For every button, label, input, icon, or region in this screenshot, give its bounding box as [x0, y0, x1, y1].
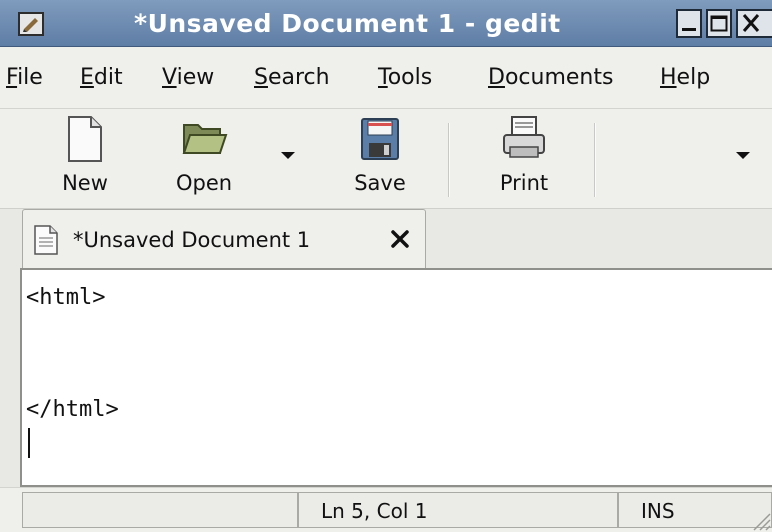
- document-icon: [34, 225, 58, 255]
- new-label: New: [62, 171, 108, 195]
- save-label: Save: [354, 171, 406, 195]
- new-document-icon: [68, 116, 102, 162]
- menu-file[interactable]: File: [6, 47, 43, 109]
- save-button[interactable]: Save: [330, 109, 430, 209]
- app-menu-icon[interactable]: [18, 12, 44, 36]
- menu-search[interactable]: Search: [254, 47, 330, 109]
- new-button[interactable]: New: [40, 109, 130, 209]
- close-icon[interactable]: [389, 228, 411, 250]
- open-recent-dropdown-icon[interactable]: [281, 152, 295, 159]
- menu-help[interactable]: Help: [660, 47, 710, 109]
- tab-unsaved-document-1[interactable]: *Unsaved Document 1: [22, 209, 426, 269]
- title-bar[interactable]: *Unsaved Document 1 - gedit: [0, 0, 772, 47]
- menu-view[interactable]: View: [162, 47, 214, 109]
- cursor-position: Ln 5, Col 1: [298, 492, 618, 528]
- document-tabs: *Unsaved Document 1: [0, 209, 772, 269]
- save-floppy-icon: [361, 118, 399, 160]
- status-bar: Ln 5, Col 1 INS: [0, 487, 772, 532]
- editor-line: <html>: [26, 285, 106, 310]
- print-button[interactable]: Print: [474, 109, 574, 209]
- minimize-button[interactable]: [676, 9, 702, 38]
- close-window-button[interactable]: [736, 9, 772, 38]
- open-label: Open: [175, 171, 233, 195]
- open-folder-icon: [182, 124, 228, 154]
- editor-line: </html>: [26, 397, 119, 422]
- resize-grip-icon[interactable]: [748, 508, 772, 532]
- toolbar-separator: [594, 123, 595, 197]
- menu-documents[interactable]: Documents: [488, 47, 613, 109]
- text-editor[interactable]: <html> </html>: [20, 268, 772, 487]
- menu-tools[interactable]: Tools: [378, 47, 432, 109]
- menu-edit[interactable]: Edit: [80, 47, 123, 109]
- toolbar-overflow-chevron-down-icon[interactable]: [736, 152, 750, 159]
- tab-label: *Unsaved Document 1: [73, 228, 311, 252]
- toolbar: New Open Save Print: [0, 109, 772, 209]
- text-cursor: [28, 428, 30, 458]
- insert-mode-label: INS: [641, 499, 675, 523]
- menu-bar: File Edit View Search Tools Documents He…: [0, 47, 772, 109]
- cursor-position-label: Ln 5, Col 1: [321, 499, 428, 523]
- maximize-button[interactable]: [706, 9, 732, 38]
- print-label: Print: [499, 171, 549, 195]
- open-button[interactable]: Open: [154, 109, 254, 209]
- toolbar-separator: [448, 123, 449, 197]
- printer-icon: [503, 116, 545, 158]
- status-message-area: [22, 492, 298, 528]
- window-title: *Unsaved Document 1 - gedit: [134, 9, 561, 38]
